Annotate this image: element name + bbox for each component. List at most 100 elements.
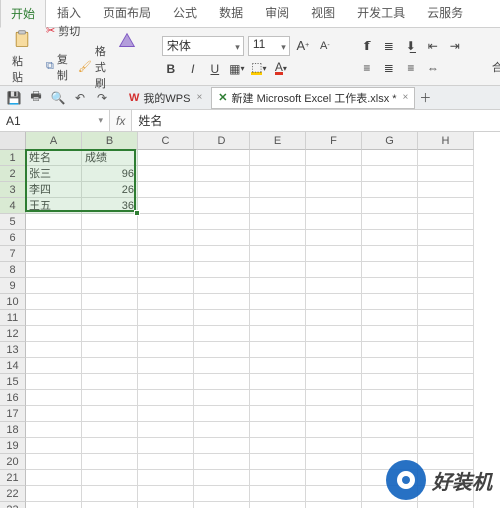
cell[interactable] (26, 486, 82, 502)
row-header[interactable]: 7 (0, 246, 26, 262)
cell[interactable] (26, 374, 82, 390)
cell[interactable] (82, 214, 138, 230)
tab-开始[interactable]: 开始 (0, 0, 46, 28)
cell[interactable] (82, 342, 138, 358)
cell[interactable] (194, 214, 250, 230)
cell[interactable] (194, 438, 250, 454)
cell[interactable] (418, 406, 474, 422)
column-header[interactable]: B (82, 132, 138, 150)
cell[interactable] (250, 358, 306, 374)
close-icon[interactable]: × (196, 92, 202, 103)
cell[interactable] (250, 214, 306, 230)
cell[interactable] (306, 150, 362, 166)
cell[interactable] (138, 422, 194, 438)
cell[interactable] (26, 438, 82, 454)
cell[interactable] (138, 246, 194, 262)
preview-icon[interactable]: 🔍 (50, 90, 66, 106)
column-header[interactable]: C (138, 132, 194, 150)
cell[interactable] (250, 198, 306, 214)
cell[interactable] (362, 422, 418, 438)
cell[interactable] (362, 390, 418, 406)
cell[interactable] (306, 214, 362, 230)
cell[interactable] (26, 246, 82, 262)
cell[interactable] (250, 470, 306, 486)
row-header[interactable]: 11 (0, 310, 26, 326)
cell[interactable] (250, 310, 306, 326)
cell[interactable] (138, 166, 194, 182)
cell[interactable] (250, 326, 306, 342)
cell[interactable] (306, 230, 362, 246)
tab-视图[interactable]: 视图 (300, 0, 346, 27)
cell[interactable] (138, 374, 194, 390)
align-right-button[interactable]: ≡ (402, 59, 420, 77)
cell[interactable] (362, 262, 418, 278)
cell[interactable] (194, 230, 250, 246)
cell[interactable] (418, 198, 474, 214)
cell[interactable] (362, 502, 418, 508)
cell[interactable] (418, 294, 474, 310)
row-header[interactable]: 6 (0, 230, 26, 246)
cell[interactable] (194, 470, 250, 486)
cell[interactable] (82, 310, 138, 326)
cell[interactable] (306, 262, 362, 278)
cell[interactable] (306, 326, 362, 342)
align-bottom-button[interactable]: ⬇̲ (402, 37, 420, 55)
cell[interactable] (418, 390, 474, 406)
cell[interactable] (250, 502, 306, 508)
cell[interactable] (82, 390, 138, 406)
cell[interactable] (362, 294, 418, 310)
cell[interactable] (138, 486, 194, 502)
cell[interactable] (138, 262, 194, 278)
underline-button[interactable]: U (206, 60, 224, 78)
cell[interactable] (418, 262, 474, 278)
cell[interactable] (82, 470, 138, 486)
row-header[interactable]: 2 (0, 166, 26, 182)
align-top-button[interactable]: ⬆̄ (358, 37, 376, 55)
cell[interactable] (26, 454, 82, 470)
cell[interactable] (194, 454, 250, 470)
worksheet[interactable]: ABCDEFGH 1234567891011121314151617181920… (0, 132, 500, 508)
cell[interactable] (194, 294, 250, 310)
doctab-mywps[interactable]: W 我的WPS × (122, 87, 209, 109)
cell[interactable] (82, 246, 138, 262)
print-icon[interactable]: 🖶 (28, 90, 44, 106)
decrease-font-button[interactable]: A- (316, 37, 334, 55)
bold-button[interactable]: B (162, 60, 180, 78)
row-header[interactable]: 4 (0, 198, 26, 214)
tab-数据[interactable]: 数据 (208, 0, 254, 27)
row-header[interactable]: 21 (0, 470, 26, 486)
cell[interactable] (306, 438, 362, 454)
cell[interactable] (418, 422, 474, 438)
cell[interactable] (26, 390, 82, 406)
cell[interactable]: 李四 (26, 182, 82, 198)
cell[interactable] (418, 182, 474, 198)
cell[interactable] (418, 310, 474, 326)
distribute-button[interactable]: ⇔ (424, 59, 442, 77)
cell[interactable] (138, 326, 194, 342)
row-header[interactable]: 14 (0, 358, 26, 374)
cell[interactable] (306, 502, 362, 508)
align-middle-button[interactable]: ≣ (380, 37, 398, 55)
cell[interactable] (306, 358, 362, 374)
cell[interactable] (82, 438, 138, 454)
cell[interactable] (26, 214, 82, 230)
cell[interactable] (306, 374, 362, 390)
cell[interactable] (194, 502, 250, 508)
cell[interactable] (306, 422, 362, 438)
cell[interactable] (138, 150, 194, 166)
cell[interactable] (250, 182, 306, 198)
font-name-select[interactable]: 宋体▾ (162, 36, 244, 56)
cell[interactable] (194, 422, 250, 438)
cell[interactable] (194, 486, 250, 502)
cell[interactable]: 姓名 (26, 150, 82, 166)
cell[interactable] (250, 246, 306, 262)
add-tab-button[interactable]: ＋ (417, 90, 433, 106)
cell[interactable] (194, 166, 250, 182)
indent-increase-button[interactable]: ⇥ (446, 37, 464, 55)
cell[interactable] (194, 262, 250, 278)
cell[interactable] (138, 198, 194, 214)
column-header[interactable]: A (26, 132, 82, 150)
cell[interactable]: 成绩 (82, 150, 138, 166)
cell[interactable] (138, 358, 194, 374)
cell[interactable] (194, 198, 250, 214)
